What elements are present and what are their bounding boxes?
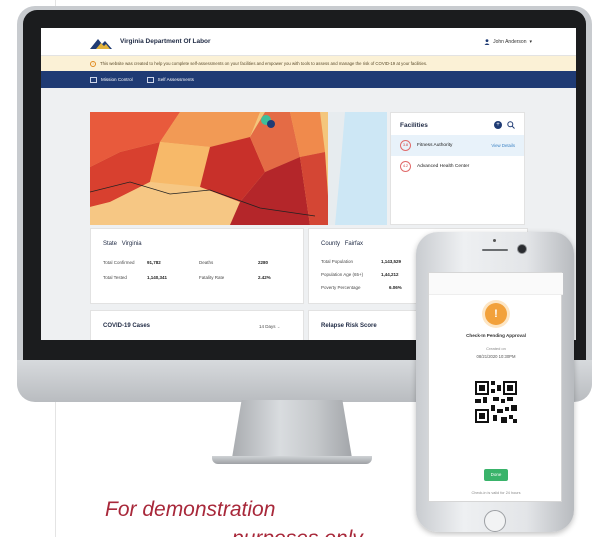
stat-key: Total Tested [103, 275, 127, 280]
stat-value: 2.42% [258, 275, 271, 280]
demo-caption: For demonstration [105, 498, 276, 521]
monitor-stand [232, 400, 352, 458]
notice-banner: ! This website was created to help you c… [41, 56, 576, 71]
app-header: Virginia Department Of Labor John Anders… [41, 28, 576, 56]
range-value: 14 Days [259, 324, 276, 329]
phone-screen: ! Check-In Pending Approval Created on 0… [428, 272, 563, 502]
stat-key: Total Confirmed [103, 260, 135, 265]
facility-name: Advanced Health Center [417, 164, 470, 169]
state-label: State [103, 241, 118, 247]
marketing-mockup: Virginia Department Of Labor John Anders… [0, 0, 603, 537]
main-nav: Mission Control Self Assessments [41, 71, 576, 88]
state-heading: State Virginia [103, 241, 142, 247]
state-row: Total Confirmed 91,782 Deaths 2280 [103, 260, 298, 265]
stat-value: 1,44,212 [381, 272, 399, 277]
user-icon [484, 38, 490, 45]
checkin-date: 08/21/2020 10:30PM [476, 354, 516, 359]
county-label: County [321, 241, 341, 247]
nav-label: Self Assessments [157, 77, 194, 82]
stat-value: 1,143,529 [381, 259, 402, 264]
demo-caption-line2: purposes only [232, 527, 363, 537]
phone-speaker [482, 249, 508, 251]
facility-name: Fitness Authority [417, 143, 453, 148]
pending-icon: ! [485, 303, 507, 325]
stat-key: Fatality Rate [199, 275, 225, 280]
stat-key: Total Population [321, 259, 354, 264]
phone-app-bar [429, 273, 563, 295]
risk-map[interactable] [90, 112, 387, 225]
county-heading: County Fairfax [321, 241, 363, 247]
covid-cases-card: COVID-19 Cases 14 Days ⌄ [90, 310, 304, 340]
validity-note: Check-in is valid for 24 hours [471, 491, 521, 495]
stat-value: 1,140,341 [147, 275, 168, 280]
county-name: Fairfax [344, 241, 364, 247]
range-select[interactable]: 14 Days ⌄ [259, 324, 281, 330]
state-card: State Virginia Total Confirmed 91,782 De… [90, 228, 304, 304]
nav-item-mission-control[interactable]: Mission Control [90, 76, 133, 83]
stat-value: 91,782 [147, 260, 161, 265]
qr-code-icon [475, 381, 517, 423]
iphone-mockup: ! Check-In Pending Approval Created on 0… [416, 232, 574, 532]
facility-score: 3.8 [400, 140, 411, 151]
user-menu[interactable]: John Anderson ▾ [484, 39, 532, 45]
nav-item-self-assessments[interactable]: Self Assessments [146, 76, 194, 83]
stat-key: Deaths [199, 260, 214, 265]
facility-score: 4.2 [400, 161, 411, 172]
home-button[interactable] [484, 510, 506, 532]
add-facility-button[interactable]: + [494, 121, 502, 129]
checkin-status: Check-In Pending Approval [466, 333, 526, 338]
stat-value: 6.06% [389, 285, 402, 290]
facilities-title: Facilities [400, 121, 428, 129]
cases-title: COVID-19 Cases [103, 323, 151, 329]
chevron-down-icon: ▾ [529, 38, 532, 45]
stat-value: 2280 [258, 260, 269, 265]
state-row: Total Tested 1,140,341 Fatality Rate 2.4… [103, 275, 298, 280]
clipboard-icon [146, 76, 154, 83]
facility-row[interactable]: 3.8 Fitness Authority View Details [391, 135, 524, 156]
stat-key: Poverty Percentage [321, 285, 361, 290]
done-button[interactable]: Done [484, 469, 508, 481]
phone-sensor [493, 239, 496, 242]
created-label: Created on [486, 346, 506, 351]
app-title: Virginia Department Of Labor [120, 38, 211, 45]
user-name: John Anderson [493, 38, 527, 45]
view-details-link[interactable]: View Details [491, 143, 515, 148]
county-row: Total Population 1,143,529 [321, 259, 401, 264]
facilities-header: Facilities + [391, 113, 524, 135]
chevron-down-icon: ⌄ [276, 324, 281, 329]
facilities-panel: Facilities + 3.8 Fitness Authority View … [390, 112, 525, 225]
county-choropleth-map [90, 112, 387, 225]
facility-row[interactable]: 4.2 Advanced Health Center [391, 156, 524, 177]
stat-key: Population Age (65+) [321, 272, 364, 277]
relapse-title: Relapse Risk Score [321, 323, 377, 329]
phone-camera [517, 244, 527, 254]
notice-text: This website was created to help you com… [100, 61, 428, 66]
nav-label: Mission Control [101, 77, 133, 82]
search-icon[interactable] [507, 121, 515, 129]
county-row: Population Age (65+) 1,44,212 [321, 272, 399, 277]
county-row: Poverty Percentage 6.06% [321, 285, 402, 290]
mountain-logo-icon [90, 38, 112, 49]
grid-icon [90, 76, 97, 83]
state-name: Virginia [121, 241, 142, 247]
monitor-stand-base [212, 456, 372, 464]
info-icon: ! [90, 60, 96, 67]
